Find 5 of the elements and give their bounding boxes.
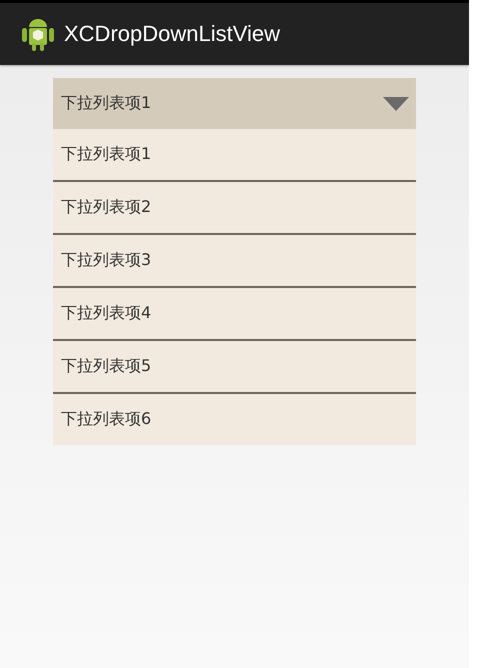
dropdown-arrow-icon xyxy=(383,96,409,110)
dropdown-header[interactable]: 下拉列表项1 xyxy=(53,78,416,129)
app-title: XCDropDownListView xyxy=(64,21,280,47)
android-robot-icon xyxy=(21,16,55,52)
dropdown-value: 下拉列表项1 xyxy=(61,93,152,114)
